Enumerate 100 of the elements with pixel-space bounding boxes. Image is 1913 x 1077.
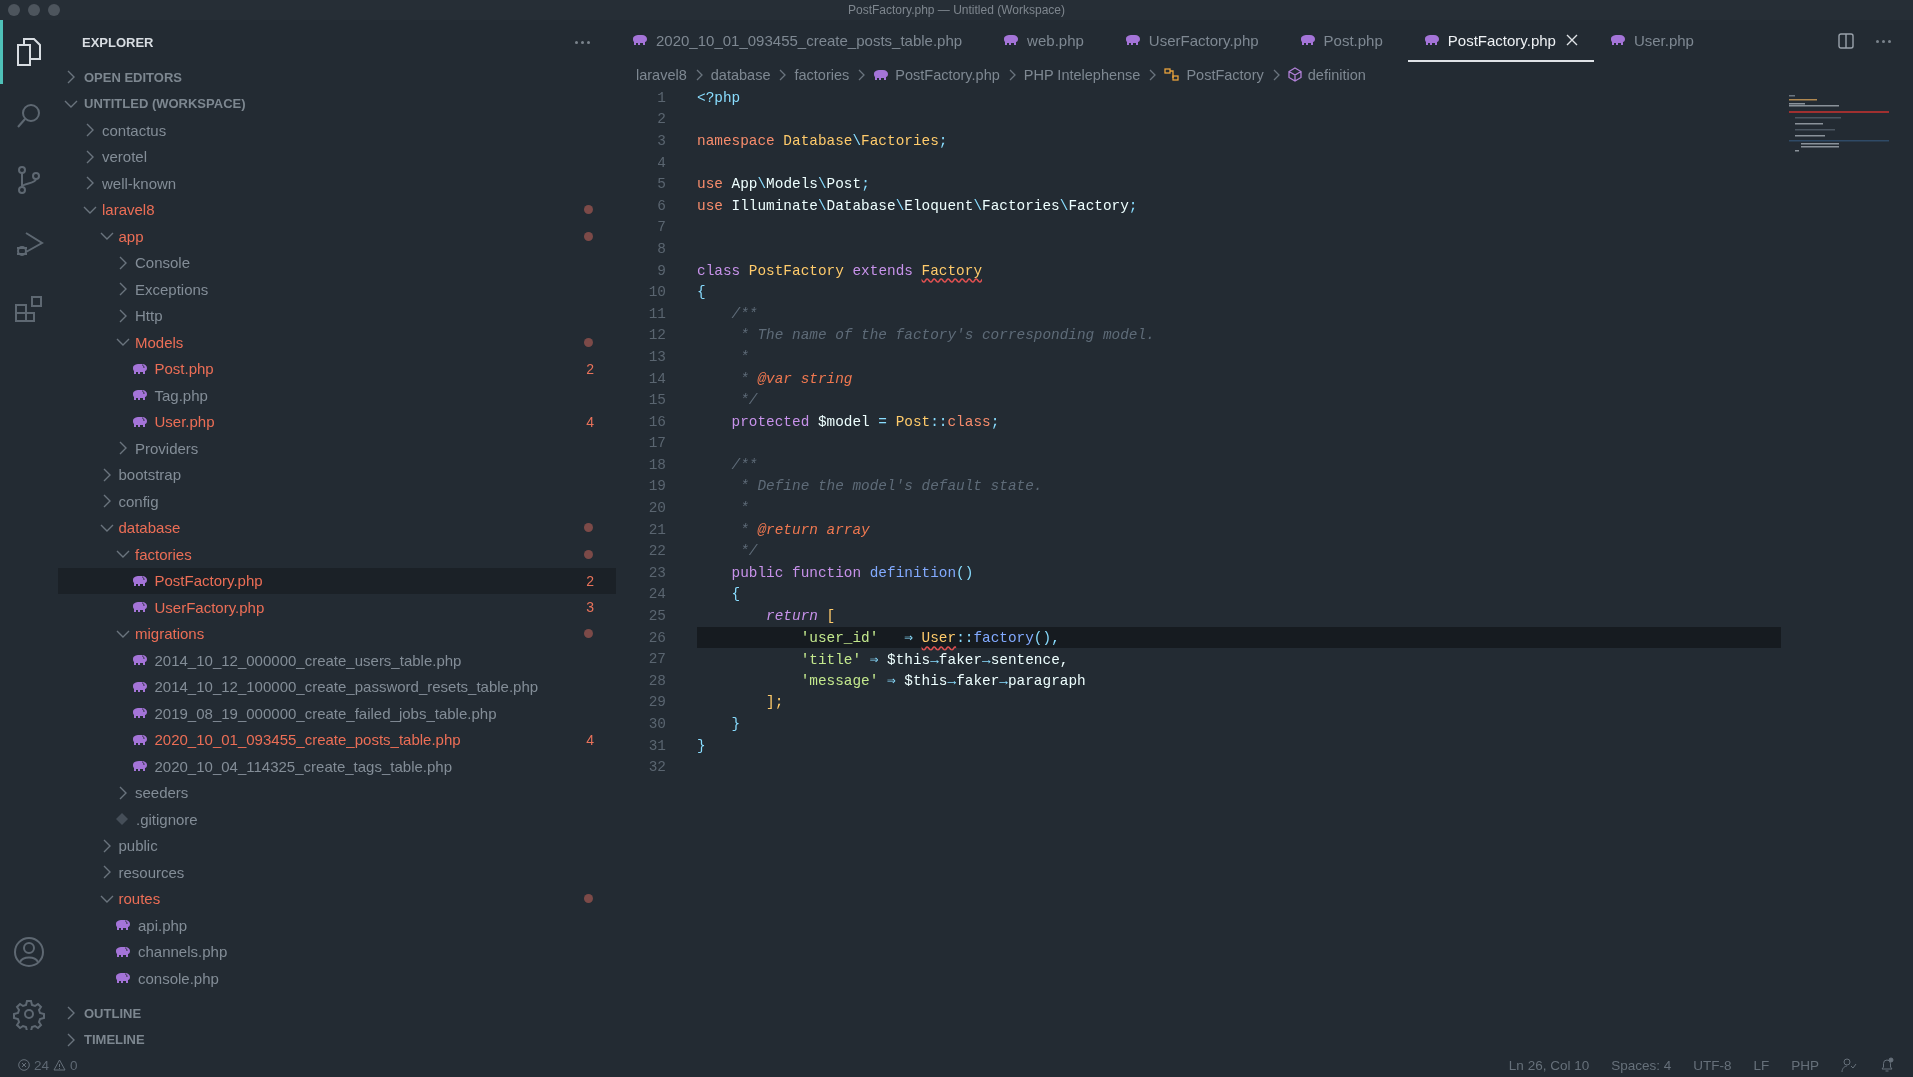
tree-item[interactable]: channels.php	[58, 938, 616, 965]
line-number: 14	[647, 370, 667, 387]
breadcrumb-item[interactable]: PostFactory	[1164, 66, 1264, 83]
editor-tab[interactable]: UserFactory.php	[1108, 20, 1284, 62]
line-number: 27	[647, 651, 667, 668]
notifications-icon[interactable]	[1879, 1057, 1895, 1073]
tree-item[interactable]: app	[58, 223, 616, 250]
tree-item[interactable]: migrations	[58, 620, 616, 647]
tree-item[interactable]: api.php	[58, 912, 616, 939]
tree-item[interactable]: Providers	[58, 435, 616, 462]
tree-item[interactable]: bootstrap	[58, 461, 616, 488]
tree-item[interactable]: 2019_08_19_000000_create_failed_jobs_table.php	[58, 700, 616, 727]
elephant-icon	[1609, 34, 1626, 46]
line-number: 30	[647, 716, 667, 732]
section-header[interactable]: OUTLINE	[58, 1000, 616, 1027]
editor-tab[interactable]: User.php	[1593, 20, 1719, 62]
breadcrumb-item[interactable]: PHP Intelephense	[1023, 66, 1141, 83]
tree-item[interactable]: .gitignore	[58, 806, 616, 833]
error-count[interactable]: 24	[34, 1057, 50, 1073]
status-item[interactable]: Ln 26, Col 10	[1508, 1057, 1590, 1073]
window-close-button[interactable]	[8, 4, 20, 16]
window-zoom-button[interactable]	[48, 4, 60, 16]
elephant-icon	[1003, 34, 1020, 46]
tree-item[interactable]: Console	[58, 249, 616, 276]
warning-icon[interactable]	[53, 1059, 67, 1071]
elephant-icon	[131, 760, 148, 773]
status-item[interactable]: PHP	[1791, 1057, 1819, 1073]
tree-item[interactable]: 2014_10_12_000000_create_users_table.php	[58, 647, 616, 674]
elephant-icon	[131, 680, 148, 693]
status-item[interactable]: UTF-8	[1693, 1057, 1732, 1073]
section-header[interactable]: OPEN EDITORS	[58, 64, 616, 91]
line-number: 19	[647, 478, 667, 495]
line-number: 12	[647, 327, 667, 344]
error-icon[interactable]	[18, 1059, 30, 1071]
tree-item[interactable]: UserFactory.php 3	[58, 594, 616, 621]
status-item[interactable]: LF	[1753, 1057, 1770, 1073]
tree-item[interactable]: routes	[58, 885, 616, 912]
elephant-icon	[1423, 34, 1440, 46]
elephant-icon	[1299, 34, 1316, 46]
warning-count[interactable]: 0	[70, 1057, 78, 1073]
tree-item[interactable]: verotel	[58, 143, 616, 170]
problem-count: 2	[586, 360, 594, 377]
code-line: /**	[730, 456, 758, 473]
window-minimize-button[interactable]	[28, 4, 40, 16]
tree-item[interactable]: database	[58, 514, 616, 541]
tree-item[interactable]: 2020_10_01_093455_create_posts_table.php 4	[58, 726, 616, 753]
editor-tab[interactable]: web.php	[987, 20, 1109, 62]
breadcrumb-item[interactable]: PostFactory.php	[873, 66, 1000, 83]
tree-item[interactable]: laravel8	[58, 196, 616, 223]
code-line: *	[739, 348, 749, 365]
breadcrumb-item[interactable]: laravel8	[636, 66, 687, 83]
tree-item[interactable]: Models	[58, 329, 616, 356]
tree-item[interactable]: console.php	[58, 965, 616, 992]
section-header[interactable]: UNTITLED (WORKSPACE)	[58, 90, 616, 117]
chevron-icon	[778, 68, 787, 81]
tree-item[interactable]: config	[58, 488, 616, 515]
elephant-icon	[131, 707, 148, 720]
tree-item[interactable]: Http	[58, 302, 616, 329]
tree-item[interactable]: Post.php 2	[58, 355, 616, 382]
code-line: * @return array	[739, 521, 870, 538]
chevron-icon	[694, 68, 703, 81]
tree-item[interactable]: Exceptions	[58, 276, 616, 303]
tree-item[interactable]: seeders	[58, 779, 616, 806]
tree-item[interactable]: 2020_10_04_114325_create_tags_table.php	[58, 753, 616, 780]
code-line: use App\Models\Post;	[697, 176, 870, 193]
breadcrumb-item[interactable]: database	[710, 66, 771, 83]
editor-tab[interactable]: Post.php	[1283, 20, 1408, 62]
tree-item[interactable]: Tag.php	[58, 382, 616, 409]
code-line: 'title' ⇒ $this→faker→sentence,	[799, 650, 1069, 668]
breadcrumb-item[interactable]: definition	[1287, 66, 1366, 83]
line-number: 31	[647, 737, 667, 754]
code-line: * Define the model's default state.	[739, 478, 1043, 495]
tree-item[interactable]: well-known	[58, 170, 616, 197]
code-line: 'user_id' ⇒ User::factory(),	[799, 629, 1060, 647]
line-number: 11	[647, 305, 667, 322]
status-item[interactable]: Spaces: 4	[1611, 1057, 1672, 1073]
section-header[interactable]: TIMELINE	[58, 1026, 616, 1053]
breadcrumb-item[interactable]: factories	[794, 66, 850, 83]
tree-item[interactable]: 2014_10_12_100000_create_password_resets_table.php	[58, 673, 616, 700]
elephant-icon	[131, 362, 148, 375]
elephant-icon	[131, 654, 148, 667]
code-line: */	[739, 392, 758, 409]
editor-tab[interactable]: 2020_10_01_093455_create_posts_table.php	[616, 20, 988, 62]
line-number: 28	[647, 672, 667, 689]
elephant-icon	[131, 601, 148, 614]
editor-tab[interactable]: PostFactory.php	[1407, 20, 1594, 62]
line-number: 29	[647, 694, 667, 711]
problem-count: 2	[586, 572, 594, 589]
line-number: 25	[647, 608, 667, 625]
tree-item[interactable]: resources	[58, 859, 616, 886]
tree-item[interactable]: contactus	[58, 117, 616, 144]
tree-item[interactable]: User.php 4	[58, 408, 616, 435]
code-line: ];	[765, 694, 784, 711]
tree-item[interactable]: public	[58, 832, 616, 859]
close-icon[interactable]	[1565, 34, 1578, 46]
tree-item[interactable]: PostFactory.php 2	[58, 567, 616, 594]
split-editor-icon[interactable]	[1838, 33, 1854, 49]
feedback-icon[interactable]	[1841, 1057, 1857, 1073]
tree-item[interactable]: factories	[58, 541, 616, 568]
chevron-icon	[1271, 68, 1280, 81]
